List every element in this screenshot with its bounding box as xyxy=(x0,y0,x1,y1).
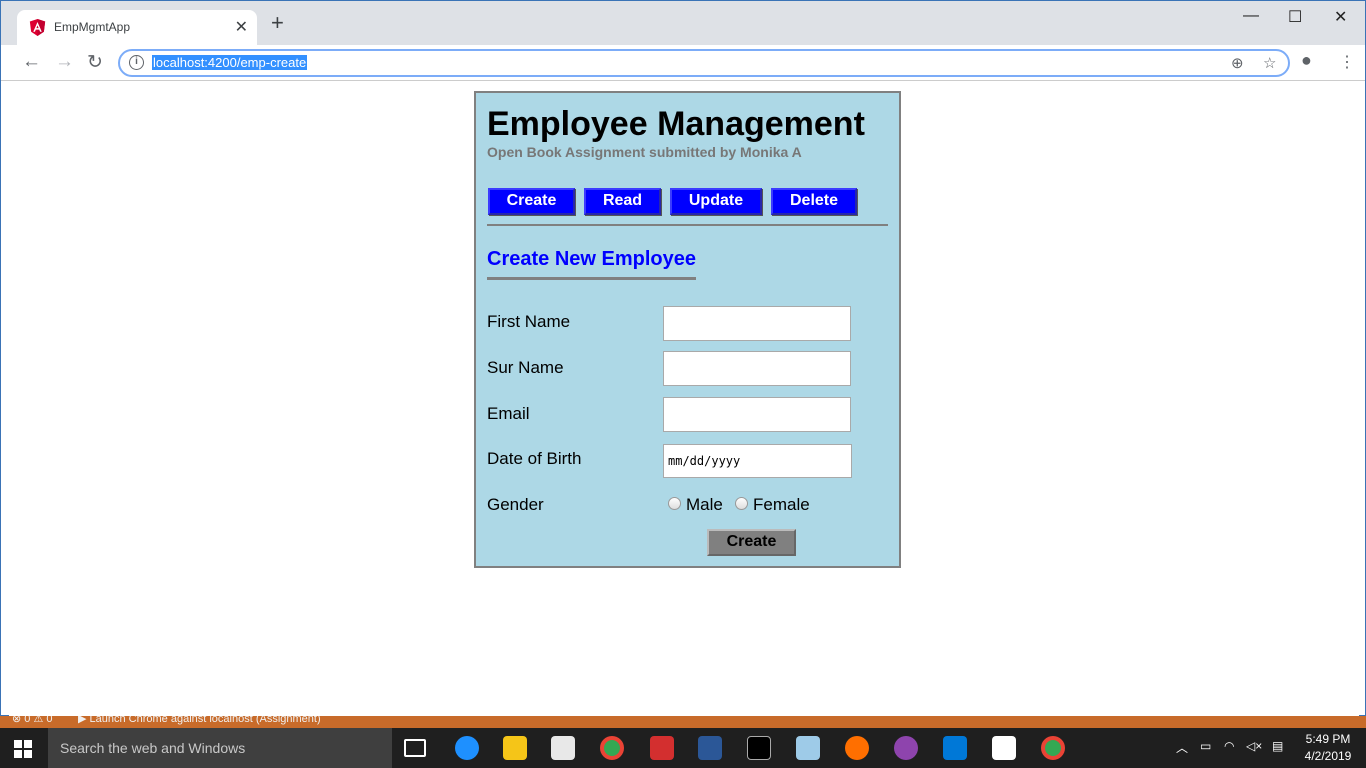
terminal-icon[interactable] xyxy=(747,736,771,760)
notes-icon[interactable] xyxy=(796,736,820,760)
photos-icon[interactable] xyxy=(992,736,1016,760)
sur-name-label: Sur Name xyxy=(487,358,564,377)
vscode-status-bar: ⊗ 0 ⚠ 0 ▶ Launch Chrome against localhos… xyxy=(0,716,1366,728)
email-input[interactable] xyxy=(663,397,851,432)
page-viewport: Employee Management Open Book Assignment… xyxy=(9,82,1359,716)
browser-tab[interactable]: EmpMgmtApp ✕ xyxy=(17,10,257,45)
new-tab-button[interactable]: + xyxy=(271,12,284,34)
forward-arrow-icon[interactable]: → xyxy=(55,51,74,73)
zoom-icon[interactable]: ⊕ xyxy=(1231,54,1244,72)
postman-icon[interactable] xyxy=(845,736,869,760)
info-icon[interactable]: i xyxy=(129,55,144,70)
volume-muted-icon[interactable]: ◁× xyxy=(1246,739,1262,753)
tab-close-icon[interactable]: ✕ xyxy=(235,17,248,37)
sur-name-input[interactable] xyxy=(663,351,851,386)
update-nav-button[interactable]: Update xyxy=(670,188,762,215)
url-text[interactable]: localhost:4200/emp-create xyxy=(152,55,308,70)
page-subtitle: Open Book Assignment submitted by Monika… xyxy=(487,144,802,160)
menu-dots-icon[interactable]: ⋮ xyxy=(1339,52,1355,72)
wifi-icon[interactable]: ◠ xyxy=(1224,739,1234,753)
tab-title: EmpMgmtApp xyxy=(54,20,131,34)
word-icon[interactable] xyxy=(698,736,722,760)
tab-strip: EmpMgmtApp ✕ + — ☐ ✕ xyxy=(1,1,1365,45)
email-label: Email xyxy=(487,404,530,423)
address-bar[interactable]: i localhost:4200/emp-create ⊕ ☆ xyxy=(118,49,1290,77)
angular-icon xyxy=(29,19,46,36)
maximize-button[interactable]: ☐ xyxy=(1288,7,1302,27)
female-radio-label[interactable]: Female xyxy=(753,495,810,515)
notification-icon[interactable]: ▤ xyxy=(1272,739,1283,753)
divider xyxy=(487,224,888,226)
search-placeholder: Search the web and Windows xyxy=(60,740,246,756)
dob-label: Date of Birth xyxy=(487,449,582,468)
delete-nav-button[interactable]: Delete xyxy=(771,188,857,215)
browser-toolbar: ← → ↻ i localhost:4200/emp-create ⊕ ☆ ● … xyxy=(1,45,1365,81)
system-clock[interactable]: 5:49 PM 4/2/2019 xyxy=(1300,731,1356,765)
profile-icon[interactable]: ● xyxy=(1301,50,1312,71)
read-nav-button[interactable]: Read xyxy=(584,188,661,215)
back-arrow-icon[interactable]: ← xyxy=(22,51,41,73)
reload-icon[interactable]: ↻ xyxy=(87,51,103,74)
minimize-button[interactable]: — xyxy=(1243,7,1259,25)
clock-date: 4/2/2019 xyxy=(1304,749,1352,763)
browser-window: EmpMgmtApp ✕ + — ☐ ✕ ← → ↻ i localhost:4… xyxy=(0,0,1366,716)
store-icon[interactable] xyxy=(551,736,575,760)
section-title: Create New Employee xyxy=(487,248,696,280)
taskbar: Search the web and Windows ︿ ▭ ◠ ◁× ▤ 5:… xyxy=(0,728,1366,768)
task-view-icon[interactable] xyxy=(404,739,426,757)
dob-input[interactable]: mm/dd/yyyy xyxy=(663,444,852,478)
vscode-icon[interactable] xyxy=(943,736,967,760)
employee-card: Employee Management Open Book Assignment… xyxy=(474,91,901,568)
female-radio[interactable] xyxy=(735,497,748,510)
create-nav-button[interactable]: Create xyxy=(488,188,575,215)
male-radio[interactable] xyxy=(668,497,681,510)
file-explorer-icon[interactable] xyxy=(503,736,527,760)
tray-chevron-icon[interactable]: ︿ xyxy=(1176,739,1188,756)
clock-time: 5:49 PM xyxy=(1305,732,1351,746)
acrobat-icon[interactable] xyxy=(650,736,674,760)
chrome-icon[interactable] xyxy=(600,736,624,760)
first-name-input[interactable] xyxy=(663,306,851,341)
gender-label: Gender xyxy=(487,495,544,514)
edge-icon[interactable] xyxy=(455,736,479,760)
star-icon[interactable]: ☆ xyxy=(1263,54,1276,72)
taskbar-search-box[interactable]: Search the web and Windows xyxy=(48,728,392,768)
page-title: Employee Management xyxy=(487,105,865,143)
windows-start-icon[interactable] xyxy=(14,740,32,758)
close-window-button[interactable]: ✕ xyxy=(1334,7,1347,27)
first-name-label: First Name xyxy=(487,312,571,331)
create-submit-button[interactable]: Create xyxy=(707,529,796,556)
battery-icon[interactable]: ▭ xyxy=(1200,739,1211,753)
github-desktop-icon[interactable] xyxy=(894,736,918,760)
male-radio-label[interactable]: Male xyxy=(686,495,723,515)
launch-config[interactable]: ▶ Launch Chrome against localhost (Assig… xyxy=(78,716,321,725)
chrome-active-icon[interactable] xyxy=(1041,736,1065,760)
problems-count[interactable]: ⊗ 0 ⚠ 0 xyxy=(12,716,52,725)
